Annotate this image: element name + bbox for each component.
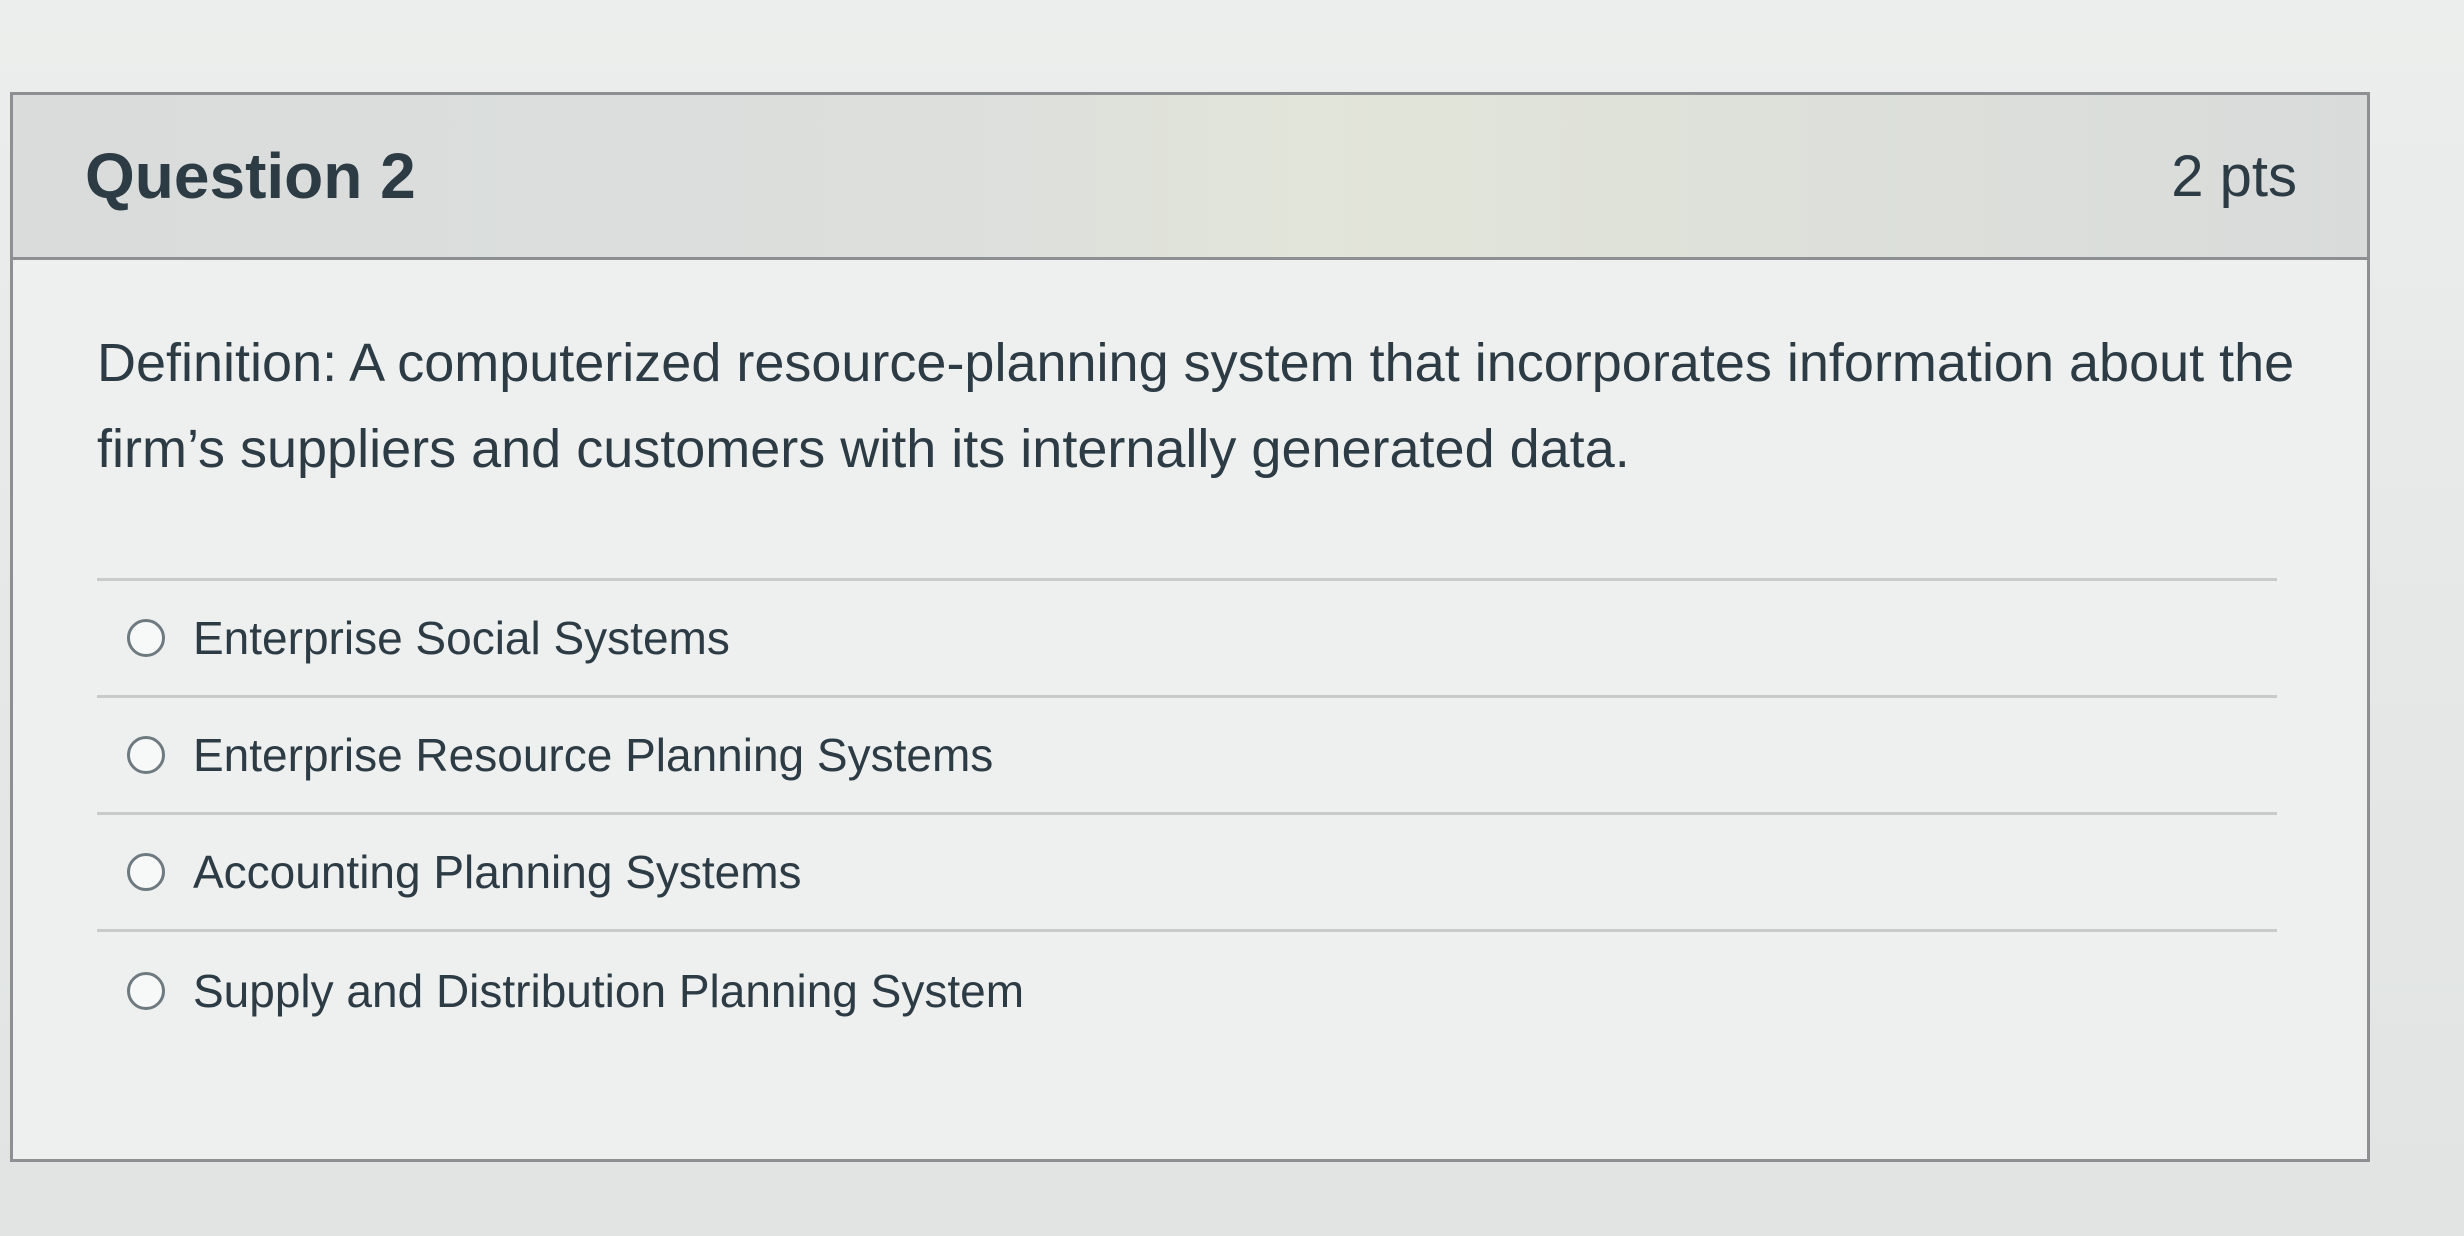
answer-label[interactable]: Enterprise Social Systems: [193, 611, 730, 665]
radio-button[interactable]: [127, 736, 165, 774]
question-body: Definition: A computerized resource-plan…: [13, 260, 2367, 1049]
answer-label[interactable]: Enterprise Resource Planning Systems: [193, 728, 993, 782]
answer-option[interactable]: Accounting Planning Systems: [97, 815, 2277, 932]
radio-button[interactable]: [127, 619, 165, 657]
answer-label[interactable]: Supply and Distribution Planning System: [193, 964, 1024, 1018]
radio-button[interactable]: [127, 971, 165, 1010]
answer-label[interactable]: Accounting Planning Systems: [193, 845, 802, 899]
question-card: Question 2 2 pts Definition: A computeri…: [10, 92, 2370, 1162]
question-text: Definition: A computerized resource-plan…: [97, 333, 2295, 479]
question-title: Question 2: [85, 140, 416, 212]
question-points: 2 pts: [2171, 143, 2297, 209]
question-header: Question 2 2 pts: [13, 95, 2367, 260]
answer-option[interactable]: Enterprise Resource Planning Systems: [97, 698, 2277, 815]
answer-option[interactable]: Supply and Distribution Planning System: [97, 932, 2277, 1049]
page: Question 2 2 pts Definition: A computeri…: [0, 0, 2464, 1236]
radio-button[interactable]: [127, 853, 165, 891]
answer-option[interactable]: Enterprise Social Systems: [97, 581, 2277, 698]
answer-list: Enterprise Social Systems Enterprise Res…: [97, 578, 2277, 1049]
